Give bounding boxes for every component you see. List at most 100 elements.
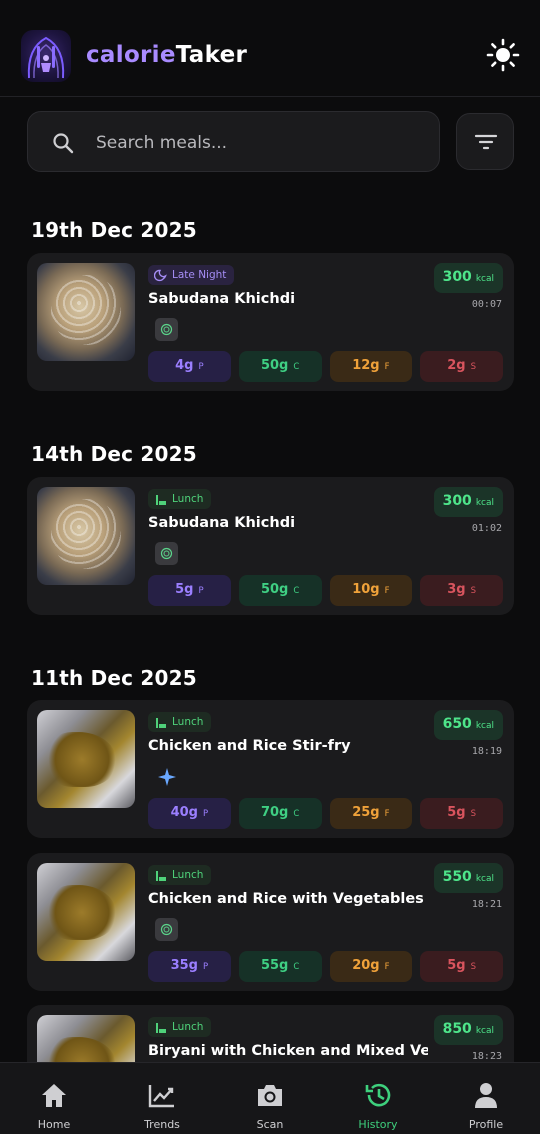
macro-row: 4g P 50g C 12g F 2g S bbox=[148, 351, 503, 382]
meal-photo bbox=[37, 263, 135, 361]
carbs-letter: C bbox=[293, 962, 300, 972]
meal-type-badge: Lunch bbox=[148, 712, 212, 732]
nav-trends-label: Trends bbox=[144, 1118, 180, 1131]
meal-card[interactable]: Lunch Chicken and Rice with Vegetables 5… bbox=[27, 853, 514, 991]
sugar-letter: S bbox=[470, 586, 476, 596]
protein-value: 5g bbox=[175, 582, 194, 597]
protein-value: 40g bbox=[170, 805, 198, 820]
meal-time: 18:23 bbox=[471, 1051, 502, 1062]
carbs-value: 70g bbox=[260, 805, 289, 820]
meal-type-label: Lunch bbox=[172, 869, 204, 881]
chart-icon bbox=[148, 1085, 174, 1108]
moon-icon bbox=[154, 269, 167, 281]
app-header: calorieTaker bbox=[0, 0, 540, 97]
carbs-chip: 70g C bbox=[238, 798, 322, 829]
meal-card[interactable]: Lunch Sabudana Khichdi 300 kcal 01:02 5g… bbox=[27, 477, 514, 615]
calorie-badge: 650 kcal bbox=[433, 710, 503, 740]
meal-time: 00:07 bbox=[471, 299, 502, 310]
carbs-chip: 55g C bbox=[238, 951, 322, 982]
meal-photo bbox=[37, 710, 135, 808]
calorie-badge: 850 kcal bbox=[433, 1015, 503, 1045]
meal-name: Chicken and Rice with Vegetables bbox=[148, 891, 424, 907]
protein-letter: P bbox=[198, 362, 204, 372]
meal-type-badge: Lunch bbox=[148, 1017, 212, 1037]
meal-name: Biryani with Chicken and Mixed Veg... bbox=[148, 1043, 428, 1059]
carbs-value: 50g bbox=[260, 582, 289, 597]
calorie-value: 650 bbox=[442, 716, 472, 732]
carbs-letter: C bbox=[293, 362, 300, 372]
sugar-letter: S bbox=[470, 809, 476, 819]
meal-photo bbox=[37, 863, 135, 961]
carbs-letter: C bbox=[293, 809, 300, 819]
meal-type-label: Lunch bbox=[172, 1021, 204, 1033]
nav-profile[interactable]: Profile bbox=[432, 1063, 540, 1134]
macro-row: 35g P 55g C 20g F 5g S bbox=[148, 951, 503, 982]
calorie-unit: kcal bbox=[475, 1026, 494, 1036]
sugar-value: 3g bbox=[447, 582, 466, 597]
manual-entry-icon bbox=[155, 318, 178, 341]
nav-trends[interactable]: Trends bbox=[108, 1063, 216, 1134]
filter-icon bbox=[474, 134, 498, 150]
fat-chip: 12g F bbox=[329, 351, 413, 382]
sugar-value: 5g bbox=[447, 958, 466, 973]
carbs-value: 55g bbox=[260, 958, 289, 973]
search-icon bbox=[53, 133, 74, 154]
protein-letter: P bbox=[203, 809, 209, 819]
calorie-badge: 300 kcal bbox=[433, 487, 503, 517]
brand-part1: calorie bbox=[86, 42, 176, 68]
lunch-icon bbox=[156, 494, 166, 505]
sugar-chip: 2g S bbox=[420, 351, 503, 382]
app-logo bbox=[21, 30, 71, 82]
meal-type-badge: Lunch bbox=[148, 489, 212, 509]
meal-name: Chicken and Rice Stir-fry bbox=[148, 738, 351, 754]
search-bar[interactable] bbox=[27, 111, 440, 172]
protein-value: 4g bbox=[175, 358, 194, 373]
fat-letter: F bbox=[384, 809, 390, 819]
lunch-icon bbox=[156, 870, 166, 881]
calorie-badge: 550 kcal bbox=[433, 863, 503, 893]
camera-icon bbox=[258, 1085, 282, 1106]
carbs-chip: 50g C bbox=[238, 575, 322, 606]
nav-home[interactable]: Home bbox=[0, 1063, 108, 1134]
meal-card[interactable]: Lunch Chicken and Rice Stir-fry 650 kcal… bbox=[27, 700, 514, 838]
meal-photo bbox=[37, 487, 135, 585]
calorie-value: 300 bbox=[442, 269, 472, 285]
sugar-value: 2g bbox=[447, 358, 466, 373]
carbs-value: 50g bbox=[260, 358, 289, 373]
sugar-letter: S bbox=[470, 362, 476, 372]
meal-name: Sabudana Khichdi bbox=[148, 515, 296, 531]
fat-chip: 10g F bbox=[329, 575, 413, 606]
fat-letter: F bbox=[384, 586, 390, 596]
meal-type-badge: Late Night bbox=[148, 265, 235, 285]
calorie-value: 850 bbox=[442, 1021, 472, 1037]
lunch-icon bbox=[156, 1022, 166, 1033]
nav-scan[interactable]: Scan bbox=[216, 1063, 324, 1134]
sugar-chip: 3g S bbox=[420, 575, 503, 606]
protein-chip: 5g P bbox=[148, 575, 231, 606]
nav-scan-label: Scan bbox=[256, 1118, 284, 1131]
meal-type-label: Lunch bbox=[172, 716, 204, 728]
fat-value: 20g bbox=[352, 958, 380, 973]
meal-card[interactable]: Late Night Sabudana Khichdi 300 kcal 00:… bbox=[27, 253, 514, 391]
calorie-value: 550 bbox=[442, 869, 472, 885]
filter-button[interactable] bbox=[456, 113, 514, 170]
sugar-value: 5g bbox=[447, 805, 466, 820]
fat-chip: 25g F bbox=[329, 798, 413, 829]
macro-row: 5g P 50g C 10g F 3g S bbox=[148, 575, 503, 606]
meal-name: Sabudana Khichdi bbox=[148, 291, 296, 307]
protein-chip: 40g P bbox=[148, 798, 231, 829]
nav-history[interactable]: History bbox=[324, 1063, 432, 1134]
sugar-chip: 5g S bbox=[420, 951, 503, 982]
carbs-letter: C bbox=[293, 586, 300, 596]
protein-chip: 35g P bbox=[148, 951, 231, 982]
search-input[interactable] bbox=[96, 128, 426, 158]
calorie-value: 300 bbox=[442, 493, 472, 509]
home-icon bbox=[42, 1084, 66, 1107]
fat-letter: F bbox=[384, 962, 390, 972]
calorie-unit: kcal bbox=[475, 721, 494, 731]
bottom-nav: Home Trends Scan History Profile bbox=[0, 1062, 540, 1134]
theme-toggle-sun-icon[interactable] bbox=[486, 38, 520, 72]
date-header: 11th Dec 2025 bbox=[31, 666, 197, 690]
sugar-letter: S bbox=[470, 962, 476, 972]
manual-entry-icon bbox=[155, 542, 178, 565]
